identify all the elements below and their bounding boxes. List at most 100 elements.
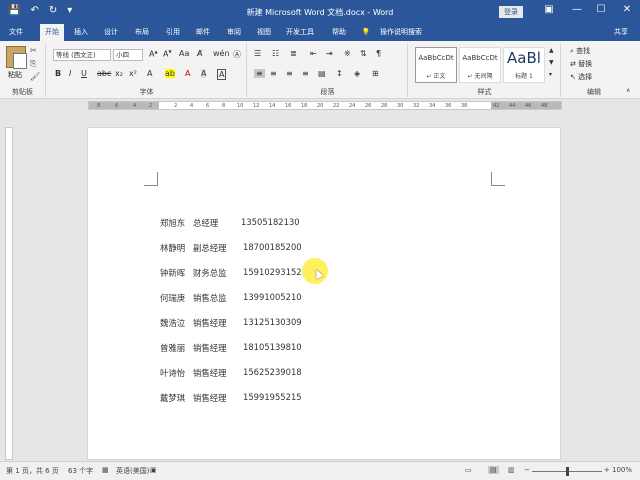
lightbulb-icon: 💡: [361, 28, 371, 36]
line-spacing-icon[interactable]: ↕: [336, 69, 343, 78]
tab-review[interactable]: 审阅: [223, 24, 245, 41]
chinese-layout-icon[interactable]: ※: [344, 49, 351, 58]
select-button[interactable]: ↖ 选择: [570, 72, 592, 82]
styles-scroll-down-icon[interactable]: ▼: [549, 59, 554, 66]
italic-icon[interactable]: I: [69, 69, 71, 78]
minimize-button[interactable]: —: [570, 4, 584, 15]
clear-formatting-icon[interactable]: A̸: [197, 49, 202, 58]
underline-icon[interactable]: U: [81, 69, 87, 78]
styles-more-icon[interactable]: ▾: [549, 71, 552, 78]
ruler-tick: 4: [133, 103, 137, 109]
replace-button[interactable]: ⇄ 替换: [570, 59, 592, 69]
style-heading1[interactable]: AaBl 标题 1: [503, 47, 545, 83]
grow-font-icon[interactable]: A▲: [149, 49, 158, 59]
numbering-icon[interactable]: ☷: [272, 49, 279, 58]
maximize-button[interactable]: ☐: [594, 4, 608, 15]
decrease-indent-icon[interactable]: ⇤: [310, 49, 317, 58]
tab-mailings[interactable]: 邮件: [192, 24, 214, 41]
style-no-spacing-sample: AaBbCcDt: [462, 54, 498, 62]
character-border-icon[interactable]: A: [217, 69, 227, 80]
ruler-tick: 10: [237, 103, 244, 109]
share-button[interactable]: 共享: [614, 24, 628, 41]
read-mode-icon[interactable]: ▭: [465, 466, 472, 474]
job-title: 销售经理: [193, 343, 227, 353]
enclose-characters-icon[interactable]: Ⓐ: [233, 49, 241, 60]
tab-file[interactable]: 文件: [4, 24, 28, 41]
font-color-icon[interactable]: A: [185, 69, 190, 78]
styles-group: AaBbCcDt ↵ 正文 AaBbCcDt ↵ 无间隔 AaBl 标题 1 ▲…: [409, 43, 561, 97]
paste-button-label[interactable]: 粘贴: [8, 70, 22, 80]
tab-home[interactable]: 开始: [40, 24, 64, 41]
ruler-tick: 8: [222, 103, 226, 109]
show-marks-icon[interactable]: ¶: [376, 49, 381, 58]
strikethrough-icon[interactable]: abc: [97, 69, 111, 78]
style-normal[interactable]: AaBbCcDt ↵ 正文: [415, 47, 457, 83]
tab-references[interactable]: 引用: [162, 24, 184, 41]
login-button[interactable]: 登录: [499, 6, 523, 18]
shrink-font-icon[interactable]: A▼: [163, 49, 172, 59]
paragraph-group-label: 段落: [320, 88, 335, 96]
tell-me-search[interactable]: 操作说明搜索: [374, 24, 428, 41]
tab-view[interactable]: 视图: [253, 24, 275, 41]
character-shading-icon[interactable]: A: [201, 69, 207, 78]
cut-icon[interactable]: ✂: [30, 46, 37, 55]
macro-record-icon[interactable]: ▣: [150, 466, 157, 474]
phone-number: 15625239018: [243, 367, 302, 377]
ruler-bar[interactable]: 8 6 4 2 2 4 6 8 10 12 14 16 18 20 22 24 …: [88, 101, 562, 110]
ribbon-display-options-icon[interactable]: ▣: [542, 4, 556, 15]
multilevel-list-icon[interactable]: ≣: [290, 49, 297, 58]
style-normal-label: ↵ 正文: [426, 73, 446, 80]
tab-help[interactable]: 帮助: [328, 24, 350, 41]
vertical-ruler[interactable]: [5, 127, 13, 460]
copy-icon[interactable]: ⎘: [30, 59, 36, 69]
proofing-icon[interactable]: ▦: [102, 466, 109, 474]
tab-design[interactable]: 设计: [100, 24, 122, 41]
language-status[interactable]: 英语(美国): [116, 466, 149, 476]
styles-scroll-up-icon[interactable]: ▲: [549, 47, 554, 54]
align-center-icon[interactable]: ≡: [270, 69, 277, 78]
web-layout-icon[interactable]: ▥: [508, 466, 515, 474]
print-layout-icon[interactable]: ▤: [488, 466, 499, 474]
phonetic-guide-icon[interactable]: wén: [213, 49, 230, 58]
zoom-out-icon[interactable]: −: [524, 466, 530, 474]
close-button[interactable]: ✕: [620, 4, 634, 15]
increase-indent-icon[interactable]: ⇥: [326, 49, 333, 58]
zoom-in-icon[interactable]: +: [604, 466, 610, 474]
font-name-combo[interactable]: 等线 (西文正): [53, 49, 111, 61]
borders-icon[interactable]: ⊞: [372, 69, 379, 78]
zoom-slider-thumb[interactable]: [566, 467, 569, 476]
bullets-icon[interactable]: ☰: [254, 49, 261, 58]
shading-icon[interactable]: ◈: [354, 69, 360, 78]
change-case-icon[interactable]: Aa: [179, 49, 189, 58]
align-right-icon[interactable]: ≡: [286, 69, 293, 78]
tab-developer[interactable]: 开发工具: [284, 24, 316, 41]
highlight-icon[interactable]: ab: [165, 69, 175, 78]
distributed-icon[interactable]: ▤: [318, 69, 326, 78]
zoom-level[interactable]: 100%: [612, 466, 632, 474]
page-count[interactable]: 第 1 页，共 6 页: [6, 466, 59, 476]
phone-number: 13991005210: [243, 292, 302, 302]
superscript-icon[interactable]: x²: [129, 69, 137, 78]
style-no-spacing[interactable]: AaBbCcDt ↵ 无间隔: [459, 47, 501, 83]
person-name: 何瑞庚: [160, 293, 186, 303]
ruler-tick: 32: [413, 103, 420, 109]
justify-icon[interactable]: ≡: [302, 69, 309, 78]
tab-layout[interactable]: 布局: [131, 24, 153, 41]
find-button[interactable]: ⌕ 查找: [570, 46, 590, 56]
sort-icon[interactable]: ⇅: [360, 49, 367, 58]
job-title: 销售经理: [193, 393, 227, 403]
document-page[interactable]: 郑旭东 总经理 13505182130 林静明 副总经理 18700185200…: [87, 127, 561, 460]
font-size-combo[interactable]: 小四: [113, 49, 143, 61]
paste-icon[interactable]: [6, 46, 27, 69]
format-painter-icon[interactable]: 🖌: [30, 72, 40, 81]
replace-icon: ⇄: [570, 60, 579, 68]
collapse-ribbon-icon[interactable]: ∧: [626, 87, 630, 94]
tab-insert[interactable]: 插入: [70, 24, 92, 41]
subscript-icon[interactable]: x₂: [115, 69, 123, 78]
text-effects-icon[interactable]: A: [147, 69, 152, 78]
word-count[interactable]: 63 个字: [68, 466, 93, 476]
bold-icon[interactable]: B: [55, 69, 61, 78]
replace-label: 替换: [578, 60, 593, 68]
ruler-tick: 38: [461, 103, 468, 109]
align-left-icon[interactable]: ≡: [254, 69, 265, 78]
